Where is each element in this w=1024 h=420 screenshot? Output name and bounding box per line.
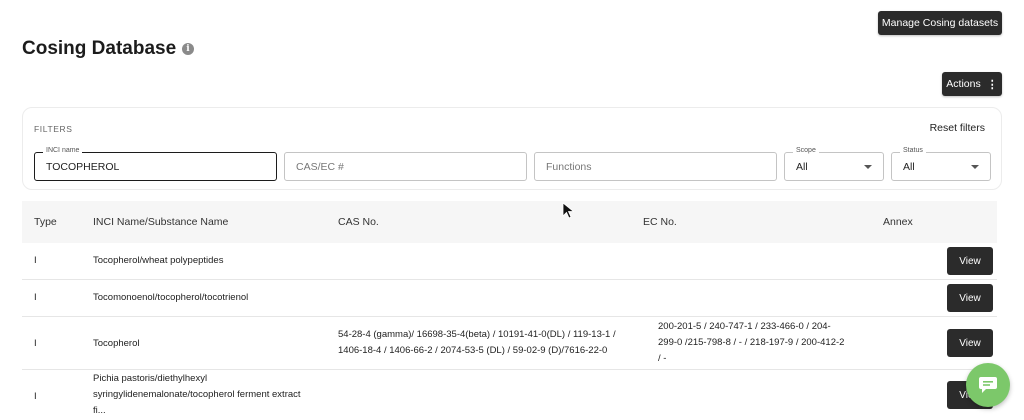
status-value: All: [903, 161, 915, 173]
ec-line: 200-201-5 / 240-747-1 / 233-466-0 / 204-: [658, 321, 831, 332]
column-header-annex: Annex: [883, 216, 913, 228]
functions-input[interactable]: [535, 153, 776, 180]
cell-inci-name: Tocopherol: [93, 338, 140, 349]
page-title: Cosing Database: [22, 38, 177, 59]
cas-ec-field[interactable]: [284, 152, 527, 181]
inci-name-label: INCI name: [43, 147, 83, 154]
cell-type: I: [34, 338, 37, 349]
functions-field[interactable]: [534, 152, 777, 181]
chevron-down-icon: [864, 165, 872, 169]
table-row: I Tocomonoenol/tocopherol/tocotrienol Vi…: [22, 280, 997, 317]
scope-value: All: [796, 161, 808, 173]
view-button[interactable]: View: [947, 284, 993, 312]
cas-ec-input[interactable]: [285, 153, 526, 180]
status-label: Status: [900, 147, 926, 154]
inci-name-field[interactable]: INCI name: [34, 147, 277, 181]
actions-button[interactable]: Actions ⋮: [942, 72, 1002, 96]
view-button[interactable]: View: [947, 247, 993, 275]
name-line: Pichia pastoris/diethylhexyl: [93, 373, 208, 384]
ec-line: 299-0 /215-798-8 / - / 218-197-9 / 200-4…: [658, 337, 845, 348]
column-header-cas: CAS No.: [338, 216, 379, 228]
column-header-type: Type: [34, 216, 57, 228]
table-row: I Tocopherol 54-28-4 (gamma)/ 16698-35-4…: [22, 317, 997, 370]
filters-panel: FILTERS Reset filters INCI name Scope Al…: [22, 107, 1002, 190]
filters-heading: FILTERS: [34, 124, 73, 134]
mouse-pointer-icon: [562, 202, 575, 219]
table-row: I Pichia pastoris/diethylhexyl syringyli…: [22, 370, 997, 420]
inci-name-input[interactable]: [35, 153, 276, 180]
info-icon[interactable]: i: [182, 43, 194, 55]
cell-type: I: [34, 292, 37, 303]
chat-bubble-icon[interactable]: [966, 363, 1010, 407]
view-button[interactable]: View: [947, 329, 993, 357]
name-line: syringylidenemalonate/tocopherol ferment…: [93, 389, 301, 400]
manage-cosing-datasets-button[interactable]: Manage Cosing datasets: [878, 11, 1002, 35]
cas-line: 54-28-4 (gamma)/ 16698-35-4(beta) / 1019…: [338, 329, 616, 340]
table-header: Type INCI Name/Substance Name CAS No. EC…: [22, 201, 997, 243]
cell-type: I: [34, 391, 37, 402]
actions-label: Actions: [946, 78, 981, 90]
cas-line: 1406-18-4 / 1406-66-2 / 2074-53-5 (DL) /…: [338, 345, 608, 356]
scope-select[interactable]: Scope All: [784, 147, 884, 181]
cell-ec-number: 200-201-5 / 240-747-1 / 233-466-0 / 204-…: [658, 319, 863, 367]
cell-inci-name: Pichia pastoris/diethylhexyl syringylide…: [93, 371, 301, 419]
cell-type: I: [34, 255, 37, 266]
cell-cas-number: 54-28-4 (gamma)/ 16698-35-4(beta) / 1019…: [338, 327, 638, 359]
chevron-down-icon: [971, 165, 979, 169]
reset-filters-link[interactable]: Reset filters: [930, 122, 985, 134]
ec-line: / -: [658, 353, 667, 364]
table-row: I Tocopherol/wheat polypeptides View: [22, 243, 997, 280]
scope-label: Scope: [793, 147, 819, 154]
kebab-menu-icon: ⋮: [986, 78, 998, 91]
cell-inci-name: Tocomonoenol/tocopherol/tocotrienol: [93, 292, 249, 303]
cell-inci-name: Tocopherol/wheat polypeptides: [93, 255, 224, 266]
status-select[interactable]: Status All: [891, 147, 991, 181]
name-line: fi...: [93, 405, 106, 416]
column-header-inci-name: INCI Name/Substance Name: [93, 216, 229, 228]
column-header-ec: EC No.: [643, 216, 677, 228]
